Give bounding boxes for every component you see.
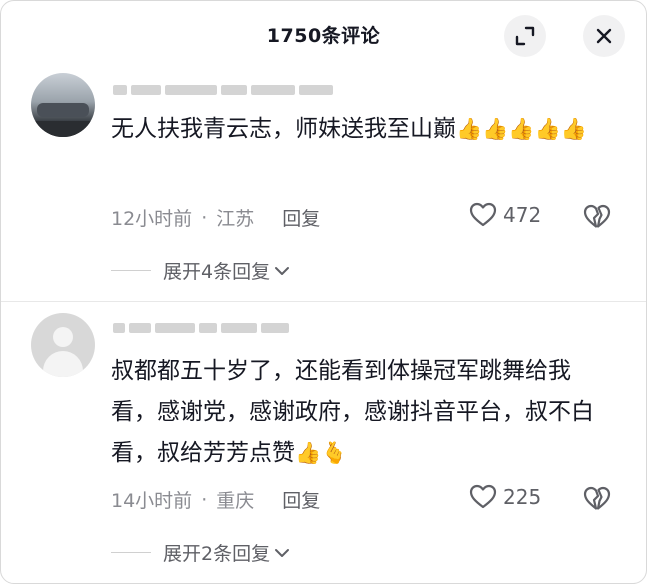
panel-header: 1750条评论: [1, 1, 646, 71]
dislike-button[interactable]: [583, 204, 611, 234]
meta-separator: ·: [201, 488, 208, 511]
username-blurred[interactable]: [113, 83, 333, 97]
expand-replies[interactable]: 展开4条回复: [111, 257, 291, 284]
comment-text: 无人扶我青云志，师妹送我至山巅👍👍👍👍👍: [111, 109, 611, 150]
expand-button[interactable]: [504, 15, 546, 57]
comment-text-body: 叔都都五十岁了，还能看到体操冠军跳舞给我看，感谢党，感谢政府，感谢抖音平台，叔不…: [111, 358, 594, 466]
dislike-button[interactable]: [583, 486, 611, 516]
reply-button[interactable]: 回复: [282, 204, 320, 231]
comment-time: 14小时前: [111, 490, 193, 512]
comment-meta: 14小时前 · 重庆 回复: [111, 486, 320, 513]
avatar-placeholder-head: [53, 327, 73, 347]
reply-button[interactable]: 回复: [282, 486, 320, 513]
expand-replies-label: 展开4条回复: [163, 261, 271, 283]
chevron-down-icon: [275, 548, 290, 557]
broken-heart-icon: [583, 486, 611, 510]
close-button[interactable]: [583, 15, 625, 57]
like-button[interactable]: 225: [469, 484, 541, 510]
expand-icon: [515, 26, 535, 46]
comment-location: 江苏: [216, 208, 255, 230]
comments-panel: 1750条评论 无人扶我青云志，师妹送我至山巅👍👍👍👍👍 12小时前 · 江苏 …: [0, 0, 647, 584]
comment-meta: 12小时前 · 江苏 回复: [111, 204, 320, 231]
broken-heart-icon: [583, 204, 611, 228]
username-blurred[interactable]: [113, 321, 289, 335]
emoji-thumbs-up: 👍👍👍👍👍: [456, 117, 587, 141]
expand-replies-label: 展开2条回复: [163, 543, 271, 565]
meta-separator: ·: [201, 206, 208, 229]
expand-line: [111, 270, 151, 271]
like-count: 472: [503, 203, 542, 227]
heart-icon: [469, 202, 497, 227]
avatar[interactable]: [31, 73, 95, 137]
comment-text: 叔都都五十岁了，还能看到体操冠军跳舞给我看，感谢党，感谢政府，感谢抖音平台，叔不…: [111, 351, 611, 474]
comment-text-body: 无人扶我青云志，师妹送我至山巅: [111, 116, 456, 142]
expand-line: [111, 552, 151, 553]
avatar-car-shape: [37, 103, 89, 117]
like-count: 225: [503, 485, 542, 509]
heart-icon: [469, 484, 497, 509]
close-icon: [596, 28, 612, 44]
avatar-placeholder-body: [43, 351, 83, 377]
comment-divider: [1, 301, 646, 302]
comment-location: 重庆: [216, 490, 255, 512]
avatar-road-shape: [31, 121, 95, 137]
comment-count-title: 1750条评论: [266, 25, 381, 47]
avatar[interactable]: [31, 313, 95, 377]
expand-replies[interactable]: 展开2条回复: [111, 539, 291, 566]
comment-time: 12小时前: [111, 208, 193, 230]
chevron-down-icon: [275, 266, 290, 275]
emoji-thumbs-heart: 👍🫰: [295, 441, 348, 465]
like-button[interactable]: 472: [469, 202, 541, 228]
